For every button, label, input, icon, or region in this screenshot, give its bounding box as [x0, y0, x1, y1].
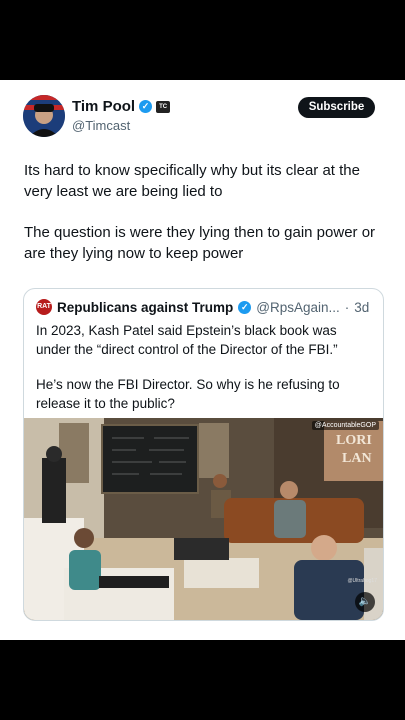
- tweet-paragraph: The question is were they lying then to …: [24, 224, 376, 262]
- video-player[interactable]: LORI LAN @AccountableGOP @Ultrahog17 🔈: [24, 418, 383, 620]
- tweet-paragraph: Its hard to know specifically why but it…: [24, 162, 360, 200]
- quoted-paragraph: In 2023, Kash Patel said Epstein’s black…: [36, 323, 338, 357]
- svg-text:LORI: LORI: [336, 433, 372, 448]
- speaker-icon: 🔈: [358, 596, 372, 607]
- mute-button[interactable]: 🔈: [355, 592, 375, 612]
- separator-dot: ·: [344, 299, 350, 315]
- author-name[interactable]: Tim Pool: [72, 98, 135, 115]
- video-frame: LORI LAN: [24, 418, 383, 620]
- tweet-text: Its hard to know specifically why but it…: [24, 160, 384, 284]
- quoted-avatar[interactable]: RAT: [36, 299, 52, 315]
- quoted-author-handle[interactable]: @RpsAgain...: [256, 300, 340, 315]
- subscribe-button[interactable]: Subscribe: [298, 97, 375, 118]
- watermark-label: @AccountableGOP: [311, 421, 379, 430]
- verified-icon: ✓: [238, 300, 252, 314]
- verified-icon: ✓: [139, 100, 153, 113]
- author-avatar[interactable]: [23, 95, 65, 137]
- quoted-tweet-text: In 2023, Kash Patel said Epstein’s black…: [36, 321, 374, 429]
- affiliate-badge-icon: TC: [156, 100, 171, 113]
- quoted-tweet-header: RAT Republicans against Trump ✓ @RpsAgai…: [36, 299, 369, 315]
- quoted-tweet[interactable]: RAT Republicans against Trump ✓ @RpsAgai…: [23, 288, 384, 621]
- quoted-timestamp[interactable]: 3d: [354, 300, 369, 315]
- quoted-author-name[interactable]: Republicans against Trump: [57, 300, 233, 315]
- quoted-paragraph: He’s now the FBI Director. So why is he …: [36, 377, 340, 411]
- credit-label: @Ultrahog17: [347, 578, 377, 584]
- author-handle[interactable]: @Timcast: [72, 118, 130, 133]
- author-name-row: Tim Pool ✓ TC: [72, 98, 171, 115]
- svg-text:LAN: LAN: [342, 451, 372, 466]
